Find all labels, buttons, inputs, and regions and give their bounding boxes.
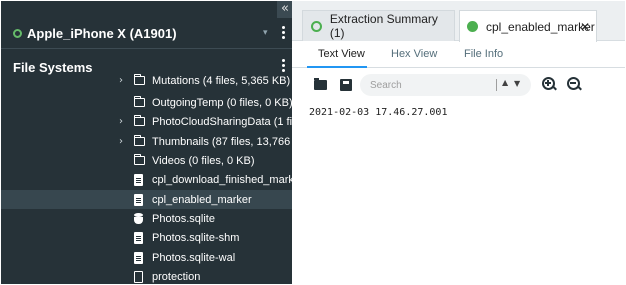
viewer-toolbar: ▲ ▼ — [292, 71, 625, 99]
tree-item-label: Videos (0 files, 0 KB) — [152, 154, 255, 167]
close-icon[interactable]: ✕ — [580, 20, 590, 34]
file-status-icon — [467, 21, 478, 32]
tab-bar: Extraction Summary (1) cpl_enabled_marke… — [292, 1, 625, 42]
folder-icon — [134, 96, 145, 107]
collapse-panel-button[interactable]: « — [277, 1, 292, 18]
device-menu-icon[interactable] — [282, 26, 286, 39]
previous-match-icon[interactable]: ▲ — [502, 78, 508, 87]
file-empty-icon — [134, 271, 143, 283]
zoom-in-icon[interactable] — [542, 77, 556, 91]
chevron-right-icon[interactable]: › — [119, 136, 123, 147]
device-name: Apple_iPhone X (A1901) — [27, 25, 177, 41]
view-mode-tabs: Text View Hex View File Info — [292, 42, 625, 68]
tab-extraction-summary[interactable]: Extraction Summary (1) — [302, 10, 455, 41]
file-icon — [134, 194, 143, 206]
chevron-right-icon[interactable]: › — [119, 75, 123, 86]
tree-item-label: OutgoingTemp (0 files, 0 KB) — [152, 96, 292, 109]
tab-cpl-enabled-marker[interactable]: cpl_enabled_marker ✕ — [459, 10, 597, 42]
divider — [1, 48, 292, 49]
device-selector[interactable]: Apple_iPhone X (A1901) — [1, 19, 292, 47]
tree-item-label: PhotoCloudSharingData (1 file, 1 — [152, 115, 292, 128]
database-icon — [134, 213, 144, 225]
zoom-out-icon[interactable] — [567, 77, 581, 91]
extraction-status-icon — [311, 20, 322, 32]
file-system-sidebar: « Apple_iPhone X (A1901) ▾ File Systems … — [1, 1, 292, 284]
tree-item-label: protection — [152, 270, 201, 283]
tree-item-label: Photos.sqlite-wal — [152, 251, 236, 264]
device-status-icon — [13, 28, 22, 38]
file-icon — [134, 232, 143, 244]
search-input[interactable] — [370, 77, 485, 93]
tab-hex-view[interactable]: Hex View — [391, 48, 437, 60]
file-icon — [134, 174, 143, 186]
tree-item[interactable]: Videos (0 files, 0 KB) — [1, 151, 292, 170]
tab-label: Extraction Summary (1) — [329, 12, 438, 40]
tree-item-label: cpl_download_finished_marker — [152, 173, 292, 186]
tree-item[interactable]: OutgoingTemp (0 files, 0 KB) — [1, 93, 292, 112]
tab-text-view[interactable]: Text View — [318, 48, 365, 60]
tree-item[interactable]: Photos.sqlite — [1, 209, 292, 228]
chevron-down-icon[interactable]: ▾ — [263, 28, 268, 38]
tree-item[interactable]: cpl_download_finished_marker — [1, 170, 292, 189]
tree-item-label: cpl_enabled_marker — [152, 193, 252, 206]
tree-item[interactable]: › PhotoCloudSharingData (1 file, 1 — [1, 112, 292, 131]
folder-icon — [134, 74, 145, 85]
file-icon — [134, 252, 143, 264]
folder-icon — [134, 115, 145, 126]
save-icon[interactable] — [340, 79, 352, 91]
tree-item[interactable]: Photos.sqlite-wal — [1, 248, 292, 267]
tree-item-label: Photos.sqlite-shm — [152, 231, 240, 244]
open-folder-icon[interactable] — [314, 78, 327, 90]
search-box: ▲ ▼ — [360, 74, 531, 96]
tree-item[interactable]: protection — [1, 267, 292, 284]
tree-item-label: Mutations (4 files, 5,365 KB) — [152, 74, 291, 87]
tree-item[interactable]: Photos.sqlite-shm — [1, 228, 292, 247]
tree-item-label: Thumbnails (87 files, 13,766 KB) — [152, 135, 292, 148]
viewer-panel: Extraction Summary (1) cpl_enabled_marke… — [292, 1, 625, 284]
tree-item-selected[interactable]: cpl_enabled_marker — [1, 190, 292, 209]
next-match-icon[interactable]: ▼ — [514, 79, 520, 88]
tab-label: cpl_enabled_marker — [486, 19, 595, 34]
active-tab-indicator — [307, 66, 367, 68]
file-text-content: 2021-02-03 17.46.27.001 — [309, 107, 448, 118]
tab-file-info[interactable]: File Info — [464, 48, 503, 60]
folder-icon — [134, 154, 145, 165]
folder-icon — [134, 135, 145, 146]
search-divider — [496, 79, 497, 91]
tree-item[interactable]: › Thumbnails (87 files, 13,766 KB) — [1, 132, 292, 151]
tree-item[interactable]: › Mutations (4 files, 5,365 KB) — [1, 71, 292, 90]
chevron-right-icon[interactable]: › — [119, 116, 123, 127]
tree-item-label: Photos.sqlite — [152, 212, 215, 225]
